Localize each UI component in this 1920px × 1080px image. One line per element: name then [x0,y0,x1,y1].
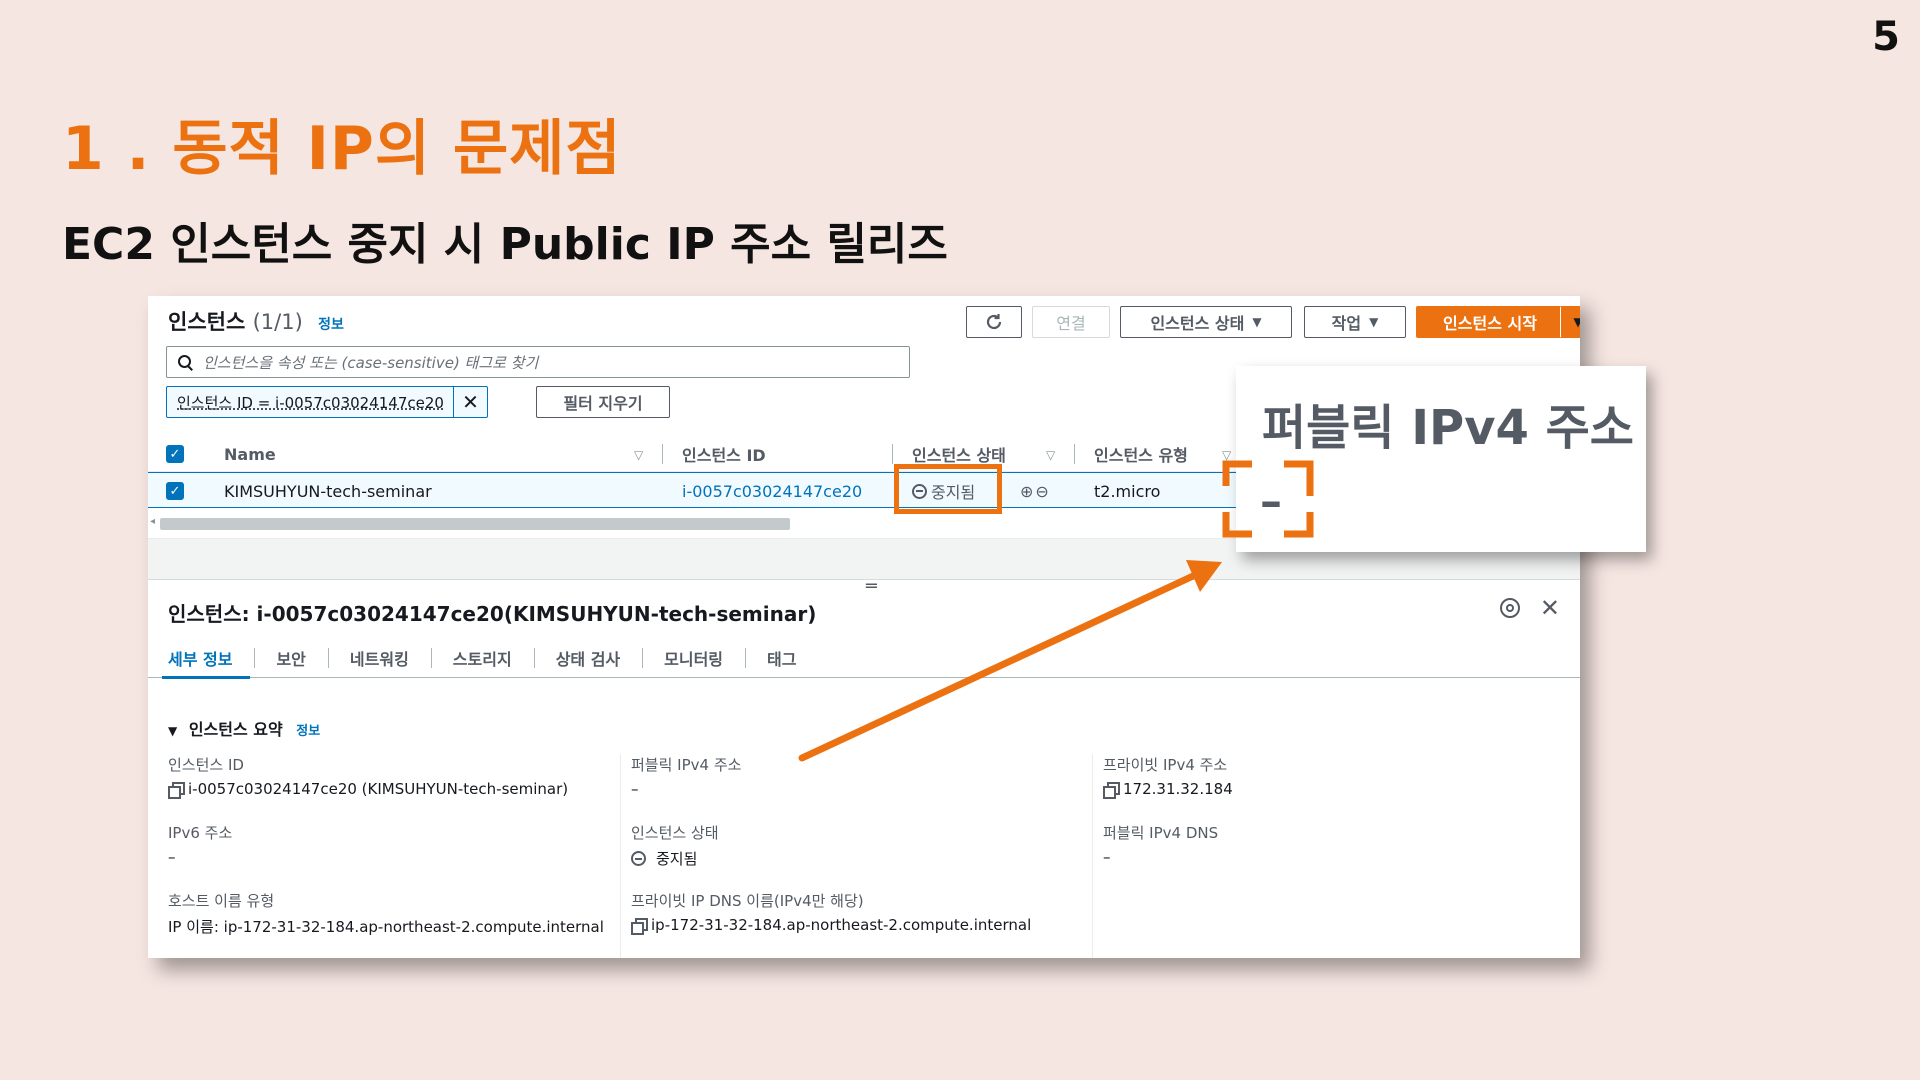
field-label: 인스턴스 상태 [631,824,719,842]
sort-icon[interactable]: ▽ [1046,448,1055,462]
scrollbar-thumb[interactable] [160,518,790,530]
check-icon: ✓ [166,445,184,463]
tab-status-checks[interactable]: 상태 검사 [533,646,642,678]
instance-type: t2.micro [1094,481,1161,501]
instance-id-link[interactable]: i-0057c03024147ce20 [682,473,862,509]
section-title: 인스턴스 요약 [188,720,283,739]
sort-icon[interactable]: ▽ [634,448,643,462]
field-value: i-0057c03024147ce20 (KIMSUHYUN-tech-semi… [188,780,569,798]
connect-button[interactable]: 연결 [1032,306,1110,338]
field-label: 퍼블릭 IPv4 주소 [631,756,742,774]
search-input[interactable]: 인스턴스을 속성 또는 (case-sensitive) 태그로 찾기 [166,346,910,378]
field-private-ipv4: 프라이빗 IPv4 주소 172.31.32.184 [1103,754,1233,799]
column-header-instance-id[interactable]: 인스턴스 ID [682,436,766,472]
copy-icon[interactable] [1103,782,1120,799]
instance-summary-heading[interactable]: ▼ 인스턴스 요약 정보 [168,716,320,740]
column-divider [662,444,663,464]
field-label: 퍼블릭 IPv4 DNS [1103,824,1219,842]
actions-button[interactable]: 작업 ▼ [1304,306,1406,338]
instances-count: (1/1) [252,310,303,334]
summary-column-1: 인스턴스 ID i-0057c03024147ce20 (KIMSUHYUN-t… [148,754,620,958]
clear-filters-button[interactable]: 필터 지우기 [536,386,670,418]
field-private-dns: 프라이빗 IP DNS 이름(IPv4만 해당) ip-172-31-32-18… [631,890,1032,935]
zoom-icons[interactable]: ⊕ ⊖ [1020,473,1051,509]
field-value: 172.31.32.184 [1123,780,1233,798]
detail-tabs: 세부 정보 보안 네트워킹 스토리지 상태 검사 모니터링 태그 [148,646,1580,679]
search-placeholder: 인스턴스을 속성 또는 (case-sensitive) 태그로 찾기 [203,353,539,372]
field-hostname-type: 호스트 이름 유형 IP 이름: ip-172-31-32-184.ap-nor… [168,890,604,937]
field-public-ipv4: 퍼블릭 IPv4 주소 – [631,754,741,798]
summary-column-3: 프라이빗 IPv4 주소 172.31.32.184 퍼블릭 IPv4 DNS … [1092,754,1564,958]
info-link[interactable]: 정보 [296,724,320,739]
field-label: IPv6 주소 [168,824,233,842]
column-header-name[interactable]: Name [224,436,276,472]
field-value: – [168,848,176,866]
tab-storage[interactable]: 스토리지 [430,646,534,678]
launch-label: 인스턴스 시작 [1443,314,1537,333]
caret-down-icon: ▼ [1573,315,1580,329]
select-all-checkbox[interactable]: ✓ [166,436,184,472]
detail-title: 인스턴스: i-0057c03024147ce20(KIMSUHYUN-tech… [168,602,817,626]
tab-monitoring[interactable]: 모니터링 [642,646,745,678]
tab-details[interactable]: 세부 정보 [161,646,254,679]
resize-handle-icon[interactable]: ═ [866,576,877,597]
close-icon[interactable]: ✕ [1540,594,1560,622]
info-link[interactable]: 정보 [318,317,344,333]
launch-instance-button[interactable]: 인스턴스 시작 [1416,306,1564,338]
stopped-icon [631,851,646,866]
slide-subtitle: EC2 인스턴스 중지 시 Public IP 주소 릴리즈 [62,219,948,270]
field-value: 중지됨 [656,850,698,868]
refresh-icon [986,314,1002,330]
column-divider [892,444,893,464]
slide-title: 1 . 동적 IP의 문제점 [62,114,622,184]
field-value: IP 이름: ip-172-31-32-184.ap-northeast-2.c… [168,918,604,936]
connect-label: 연결 [1056,314,1086,333]
actions-label: 작업 [1331,314,1362,333]
tab-tags[interactable]: 태그 [745,646,818,678]
refresh-button[interactable] [966,306,1022,338]
instance-state-button[interactable]: 인스턴스 상태 ▼ [1120,306,1292,338]
callout-title: 퍼블릭 IPv4 주소 [1262,400,1634,456]
field-label: 프라이빗 IP DNS 이름(IPv4만 해당) [631,892,864,910]
field-label: 프라이빗 IPv4 주소 [1103,756,1228,774]
field-value: – [631,780,639,798]
instance-detail-panel: ═ 인스턴스: i-0057c03024147ce20(KIMSUHYUN-te… [148,576,1580,958]
instances-heading: 인스턴스 (1/1) 정보 [168,306,344,336]
gear-icon[interactable] [1500,598,1520,618]
instance-name: KIMSUHYUN-tech-seminar [224,481,432,501]
field-ipv6: IPv6 주소 – [168,822,232,866]
check-icon: ✓ [166,482,184,500]
field-instance-id: 인스턴스 ID i-0057c03024147ce20 (KIMSUHYUN-t… [168,754,569,799]
field-value: ip-172-31-32-184.ap-northeast-2.compute.… [651,916,1032,934]
search-icon [177,354,193,370]
zoom-in-icon[interactable]: ⊕ [1020,482,1035,501]
row-checkbox[interactable]: ✓ [166,473,184,509]
copy-icon[interactable] [631,918,648,935]
slide-number: 5 [1872,14,1900,60]
instance-state-label: 인스턴스 상태 [1150,314,1245,333]
tab-security[interactable]: 보안 [254,646,327,678]
zoom-out-icon[interactable]: ⊖ [1035,482,1050,501]
field-instance-state: 인스턴스 상태 중지됨 [631,822,719,869]
tab-networking[interactable]: 네트워킹 [327,646,431,678]
caret-down-icon: ▼ [1369,315,1379,329]
column-header-instance-type[interactable]: 인스턴스 유형 [1094,436,1188,472]
caret-down-icon: ▼ [168,724,178,738]
copy-icon[interactable] [168,782,185,799]
filter-token-label: 인스턴스 ID = i-0057c03024147ce20 [177,393,444,412]
field-label: 호스트 이름 유형 [168,892,275,910]
instances-label: 인스턴스 [168,310,246,334]
summary-column-2: 퍼블릭 IPv4 주소 – 인스턴스 상태 중지됨 프라이빗 IP DNS 이름… [620,754,1092,958]
field-label: 인스턴스 ID [168,756,244,774]
caret-down-icon: ▼ [1252,315,1262,329]
column-divider [1074,444,1075,464]
filter-token[interactable]: 인스턴스 ID = i-0057c03024147ce20 ✕ [166,386,488,418]
highlight-bracket [1222,460,1314,538]
state-highlight-box [894,464,1002,514]
launch-dropdown-button[interactable]: ▼ [1560,306,1580,338]
scroll-left-icon[interactable]: ◂ [150,516,155,527]
field-public-dns: 퍼블릭 IPv4 DNS – [1103,822,1218,866]
field-value: – [1103,848,1111,866]
close-icon[interactable]: ✕ [453,387,487,417]
